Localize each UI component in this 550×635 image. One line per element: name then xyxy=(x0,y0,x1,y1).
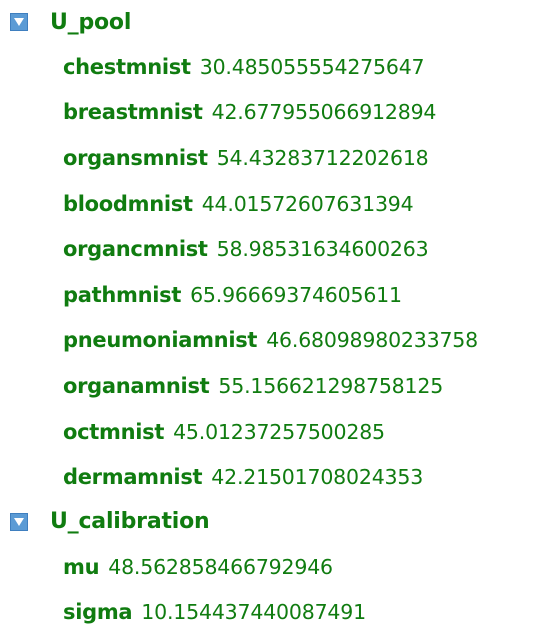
tree-leaf-dermamnist[interactable]: dermamnist 42.21501708024353 xyxy=(0,454,550,500)
tree-node-title: U_calibration xyxy=(50,509,210,535)
leaf-value: 58.98531634600263 xyxy=(216,237,429,262)
leaf-value: 42.677955066912894 xyxy=(211,100,437,125)
json-tree-view: U_pool chestmnist 30.485055554275647 bre… xyxy=(0,0,550,635)
tree-leaf-octmnist[interactable]: octmnist 45.01237257500285 xyxy=(0,409,550,455)
leaf-value: 10.154437440087491 xyxy=(141,600,366,625)
leaf-key: mu xyxy=(63,554,100,579)
collapse-triangle-icon[interactable] xyxy=(10,13,28,31)
leaf-value: 42.21501708024353 xyxy=(211,465,424,490)
leaf-key: breastmnist xyxy=(63,100,203,125)
leaf-key: pneumoniamnist xyxy=(63,328,258,353)
leaf-key: sigma xyxy=(63,600,133,625)
leaf-key: organamnist xyxy=(63,373,210,398)
tree-leaf-mu[interactable]: mu 48.562858466792946 xyxy=(0,544,550,590)
leaf-value: 30.485055554275647 xyxy=(199,54,425,79)
tree-node-u-calibration[interactable]: U_calibration xyxy=(0,500,550,544)
leaf-value: 45.01237257500285 xyxy=(173,419,385,444)
tree-leaf-chestmnist[interactable]: chestmnist 30.485055554275647 xyxy=(0,44,550,90)
leaf-value: 54.43283712202618 xyxy=(216,145,429,170)
leaf-key: bloodmnist xyxy=(63,191,193,216)
leaf-value: 55.156621298758125 xyxy=(218,373,444,398)
tree-leaf-breastmnist[interactable]: breastmnist 42.677955066912894 xyxy=(0,90,550,136)
tree-leaf-sigma[interactable]: sigma 10.154437440087491 xyxy=(0,590,550,635)
collapse-triangle-icon[interactable] xyxy=(10,512,28,531)
tree-node-u-pool[interactable]: U_pool xyxy=(0,0,550,44)
leaf-key: chestmnist xyxy=(63,54,191,79)
tree-node-title: U_pool xyxy=(50,9,132,35)
leaf-key: octmnist xyxy=(63,419,165,444)
tree-leaf-bloodmnist[interactable]: bloodmnist 44.01572607631394 xyxy=(0,181,550,227)
tree-leaf-pathmnist[interactable]: pathmnist 65.96669374605611 xyxy=(0,272,550,318)
leaf-key: organsmnist xyxy=(63,145,208,170)
leaf-value: 48.562858466792946 xyxy=(108,554,333,579)
tree-leaf-organcmnist[interactable]: organcmnist 58.98531634600263 xyxy=(0,226,550,272)
tree-leaf-organamnist[interactable]: organamnist 55.156621298758125 xyxy=(0,363,550,409)
leaf-key: organcmnist xyxy=(63,237,208,262)
leaf-value: 44.01572607631394 xyxy=(201,191,414,216)
leaf-value: 46.68098980233758 xyxy=(266,328,478,353)
leaf-key: pathmnist xyxy=(63,282,182,307)
leaf-key: dermamnist xyxy=(63,465,203,490)
tree-leaf-pneumoniamnist[interactable]: pneumoniamnist 46.68098980233758 xyxy=(0,318,550,364)
leaf-value: 65.96669374605611 xyxy=(190,282,402,307)
tree-leaf-organsmnist[interactable]: organsmnist 54.43283712202618 xyxy=(0,135,550,181)
